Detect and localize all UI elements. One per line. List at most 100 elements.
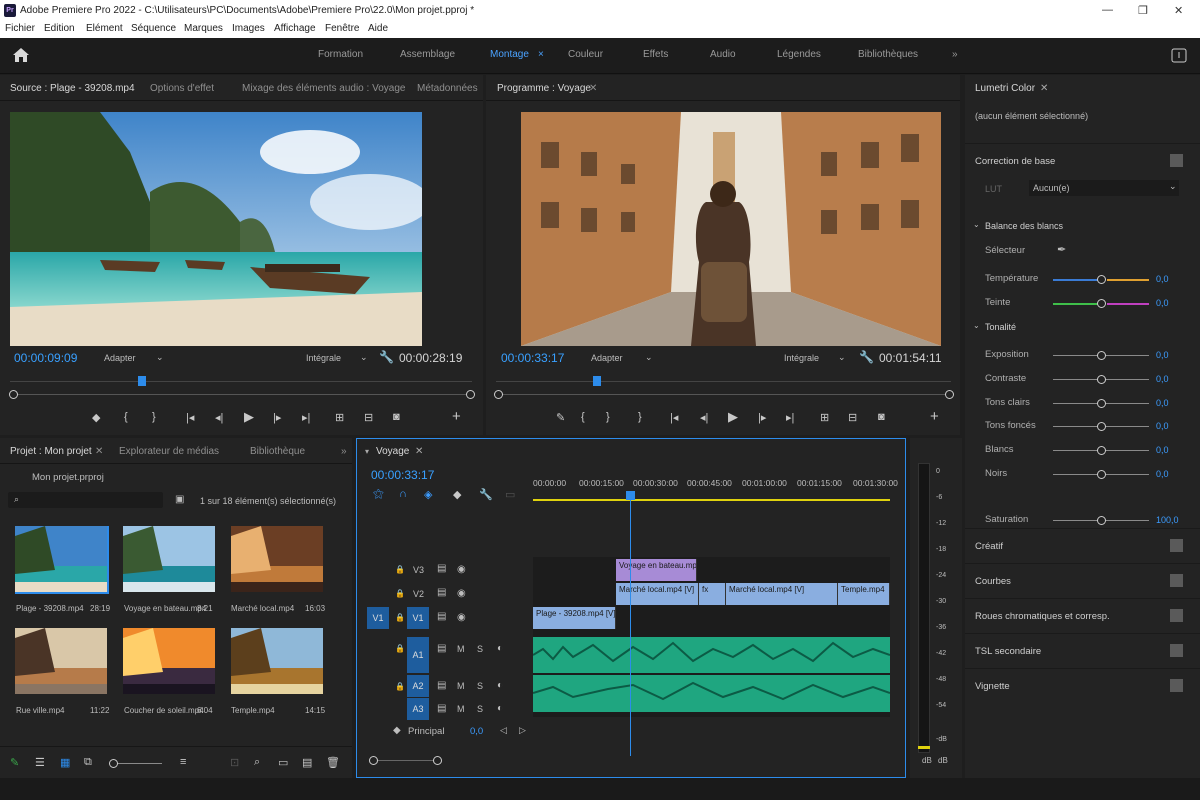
trash-icon[interactable]: 🗑 — [326, 756, 340, 769]
zoom-handle-right[interactable] — [945, 390, 954, 399]
thumbnail-market[interactable] — [231, 526, 323, 592]
edit-icon[interactable] — [1170, 574, 1183, 587]
tab-audio-mixer[interactable]: Mixage des éléments audio : Voyage — [242, 83, 405, 94]
tab-close-icon[interactable]: ✕ — [415, 446, 423, 457]
track-label-a1[interactable]: A1 — [407, 637, 429, 673]
timeline-playhead[interactable] — [626, 491, 635, 500]
menu-aide[interactable]: Aide — [368, 23, 388, 34]
clip-v2[interactable]: Marché local.mp4 [V] — [616, 583, 699, 605]
lock-icon[interactable]: 🔒 — [395, 644, 405, 653]
program-fit-dropdown[interactable]: Adapter — [591, 353, 623, 363]
param-handle[interactable] — [1097, 375, 1106, 384]
source-timecode[interactable]: 00:00:09:09 — [14, 351, 77, 365]
linked-selection-icon[interactable]: ∩ — [399, 488, 407, 500]
track-area[interactable]: Voyage en bateau.mp4 [V] Marché local.mp… — [533, 557, 890, 717]
track-label-v1[interactable]: V1 — [407, 607, 429, 629]
eye-icon[interactable]: ◉ — [457, 564, 466, 575]
menu-marques[interactable]: Marques — [184, 23, 223, 34]
param-handle[interactable] — [1097, 446, 1106, 455]
param-handle[interactable] — [1097, 299, 1106, 308]
clip-v2[interactable]: fx — [699, 583, 726, 605]
project-search-input[interactable] — [8, 492, 163, 508]
source-ruler[interactable] — [10, 381, 472, 382]
workspace-formation[interactable]: Formation — [318, 49, 363, 60]
lumetri-section[interactable]: Courbes — [965, 563, 1200, 597]
tab-effect-options[interactable]: Options d'effet — [150, 83, 214, 94]
thumbnail-beach[interactable] — [15, 526, 109, 594]
eye-icon[interactable]: ◉ — [457, 588, 466, 599]
mic-icon[interactable]: ◐ — [497, 643, 503, 654]
param-handle[interactable] — [1097, 516, 1106, 525]
param-value[interactable]: 0,0 — [1156, 445, 1169, 455]
source-fit-dropdown[interactable]: Adapter — [104, 353, 136, 363]
tab-close-icon[interactable]: ✕ — [589, 83, 597, 94]
mic-icon[interactable]: ◐ — [497, 680, 503, 691]
close-icon[interactable]: ✕ — [1174, 4, 1183, 17]
zoom-handle-left[interactable] — [9, 390, 18, 399]
keyframe-nav-icon[interactable]: ◁ — [500, 725, 507, 736]
captions-icon[interactable]: ▭ — [505, 488, 515, 501]
workspace-close-icon[interactable]: × — [538, 49, 544, 60]
solo-button[interactable]: S — [477, 704, 483, 714]
panel-menu-icon[interactable]: ▾ — [365, 447, 369, 456]
quick-export-icon[interactable] — [1171, 48, 1187, 63]
new-bin-icon[interactable]: ▣ — [175, 494, 184, 505]
program-timecode[interactable]: 00:00:33:17 — [501, 351, 564, 365]
tab-close-icon[interactable]: ✕ — [95, 446, 103, 457]
menu-images[interactable]: Images — [232, 23, 265, 34]
param-value[interactable]: 100,0 — [1156, 515, 1179, 525]
workspace-montage[interactable]: Montage — [490, 49, 529, 60]
clip-v3[interactable]: Voyage en bateau.mp4 [V] — [616, 559, 697, 581]
lock-icon[interactable]: 🔒 — [395, 682, 405, 691]
workspace-couleur[interactable]: Couleur — [568, 49, 603, 60]
sync-lock-icon[interactable]: ▤ — [437, 703, 446, 714]
param-handle[interactable] — [1097, 422, 1106, 431]
more-panels-icon[interactable]: » — [341, 446, 347, 457]
clip-v2[interactable]: Temple.mp4 — [838, 583, 890, 605]
param-handle[interactable] — [1097, 351, 1106, 360]
thumbnail-sunset[interactable] — [123, 628, 215, 694]
minimize-icon[interactable]: — — [1102, 4, 1113, 16]
param-value[interactable]: 0,0 — [1156, 398, 1169, 408]
wrench-icon[interactable]: 🔧 — [859, 350, 874, 364]
lock-icon[interactable]: 🔒 — [395, 613, 405, 622]
track-label-a2[interactable]: A2 — [407, 675, 429, 697]
menu-element[interactable]: Elément — [86, 23, 123, 34]
workspace-audio[interactable]: Audio — [710, 49, 736, 60]
param-value[interactable]: 0,0 — [1156, 374, 1169, 384]
zoom-handle-left[interactable] — [494, 390, 503, 399]
solo-button[interactable]: S — [477, 644, 483, 654]
mute-button[interactable]: M — [457, 644, 465, 654]
thumb-size-handle[interactable] — [109, 759, 118, 768]
program-ruler[interactable] — [496, 381, 951, 382]
param-handle[interactable] — [1097, 470, 1106, 479]
maximize-icon[interactable]: ❐ — [1138, 4, 1148, 17]
zoom-handle-right[interactable] — [433, 756, 442, 765]
button-editor-icon[interactable]: + — [930, 408, 939, 425]
wrench-icon[interactable]: 🔧 — [479, 488, 493, 501]
master-value[interactable]: 0,0 — [470, 726, 483, 737]
add-marker-icon[interactable]: ◈ — [424, 488, 432, 501]
play-icon[interactable]: ▶ — [244, 409, 254, 425]
edit-icon[interactable] — [1170, 539, 1183, 552]
go-to-out-icon[interactable]: ▸| — [786, 411, 794, 424]
source-patch-v1[interactable]: V1 — [367, 607, 389, 629]
more-workspaces-icon[interactable]: » — [952, 49, 958, 60]
find-icon[interactable]: ⌕ — [254, 756, 260, 769]
thumbnail-boat[interactable] — [123, 526, 215, 592]
program-playhead[interactable] — [593, 376, 601, 386]
workspace-assemblage[interactable]: Assemblage — [400, 49, 455, 60]
lock-icon[interactable]: 🔒 — [395, 565, 405, 574]
sync-lock-icon[interactable]: ▤ — [437, 587, 446, 598]
lumetri-section[interactable]: Vignette — [965, 668, 1200, 702]
param-value[interactable]: 0,0 — [1156, 421, 1169, 431]
play-icon[interactable]: ▶ — [728, 409, 738, 425]
timeline-zoom-bar[interactable] — [371, 760, 441, 761]
step-forward-icon[interactable]: |▸ — [273, 411, 281, 424]
param-value[interactable]: 0,0 — [1156, 350, 1169, 360]
zoom-handle-left[interactable] — [369, 756, 378, 765]
eye-icon[interactable]: ◉ — [457, 612, 466, 623]
marker-icon[interactable]: ◆ — [453, 488, 461, 501]
go-to-in-icon[interactable]: |◂ — [186, 411, 194, 424]
workspace-effets[interactable]: Effets — [643, 49, 668, 60]
